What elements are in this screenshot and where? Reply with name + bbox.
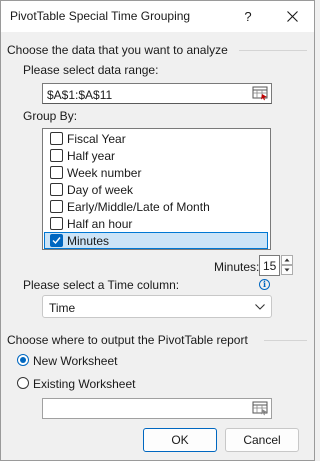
range-label: Please select data range: (23, 63, 159, 77)
group-item-label: Half an hour (67, 217, 133, 231)
title-bar: PivotTable Special Time Grouping ? (1, 1, 314, 32)
minutes-input[interactable]: 15 (259, 255, 280, 276)
ok-button[interactable]: OK (143, 428, 217, 452)
group-item-fiscal-year[interactable]: Fiscal Year (44, 130, 269, 147)
cancel-button[interactable]: Cancel (225, 428, 299, 452)
group-item-label: Half year (67, 149, 116, 163)
group-item-label: Week number (67, 166, 142, 180)
existing-worksheet-range-input[interactable] (42, 398, 272, 419)
caret-down-icon (284, 268, 290, 272)
window-title: PivotTable Special Time Grouping (10, 9, 191, 23)
group-by-list: Fiscal Year Half year Week number Day of… (42, 128, 271, 250)
checkbox[interactable] (50, 183, 63, 196)
group-item-label: Fiscal Year (67, 132, 126, 146)
existing-worksheet-label: Existing Worksheet (33, 377, 136, 391)
radio-selected[interactable] (17, 354, 29, 366)
minutes-value: 15 (263, 259, 277, 273)
time-column-value: Time (49, 301, 76, 315)
new-worksheet-option[interactable]: New Worksheet (16, 353, 146, 369)
checkbox[interactable] (50, 149, 63, 162)
section-divider (264, 340, 307, 341)
group-item-day-of-week[interactable]: Day of week (44, 181, 269, 198)
range-select-icon[interactable] (252, 86, 269, 101)
spin-up-button[interactable] (281, 255, 293, 265)
group-item-half-year[interactable]: Half year (44, 147, 269, 164)
caret-up-icon (284, 258, 290, 262)
close-button[interactable] (277, 1, 307, 32)
time-column-select[interactable]: Time (42, 295, 272, 318)
check-icon (52, 237, 61, 245)
checkbox[interactable] (50, 132, 63, 145)
group-item-label: Day of week (67, 183, 134, 197)
spin-down-button[interactable] (281, 265, 293, 275)
section-divider (239, 50, 307, 51)
time-column-label: Please select a Time column: (23, 278, 180, 292)
output-section-heading: Choose where to output the PivotTable re… (7, 333, 248, 347)
minutes-spinner (281, 255, 293, 276)
chevron-down-icon (255, 304, 265, 310)
range-value: $A$1:$A$11 (47, 88, 113, 102)
group-item-early-middle-late[interactable]: Early/Middle/Late of Month (44, 198, 269, 215)
group-item-half-an-hour[interactable]: Half an hour (44, 215, 269, 232)
checkbox-checked[interactable] (50, 234, 63, 247)
group-item-minutes[interactable]: Minutes (44, 232, 268, 249)
range-select-icon[interactable] (252, 401, 269, 416)
checkbox[interactable] (50, 217, 63, 230)
new-worksheet-label: New Worksheet (33, 354, 118, 368)
group-item-label: Early/Middle/Late of Month (67, 200, 210, 214)
range-input[interactable]: $A$1:$A$11 (42, 83, 272, 104)
existing-worksheet-option[interactable]: Existing Worksheet (16, 376, 156, 392)
data-section-heading: Choose the data that you want to analyze (7, 43, 228, 57)
group-by-label: Group By: (23, 109, 78, 123)
help-button[interactable]: ? (233, 1, 263, 32)
checkbox[interactable] (50, 200, 63, 213)
checkbox[interactable] (50, 166, 63, 179)
minutes-label: Minutes: (214, 260, 260, 274)
radio-unselected[interactable] (17, 377, 29, 389)
group-item-week-number[interactable]: Week number (44, 164, 269, 181)
group-item-label: Minutes (67, 234, 110, 248)
pivottable-time-grouping-dialog: PivotTable Special Time Grouping ? Choos… (0, 0, 315, 461)
info-icon[interactable]: i (259, 279, 270, 290)
close-icon (287, 11, 298, 22)
